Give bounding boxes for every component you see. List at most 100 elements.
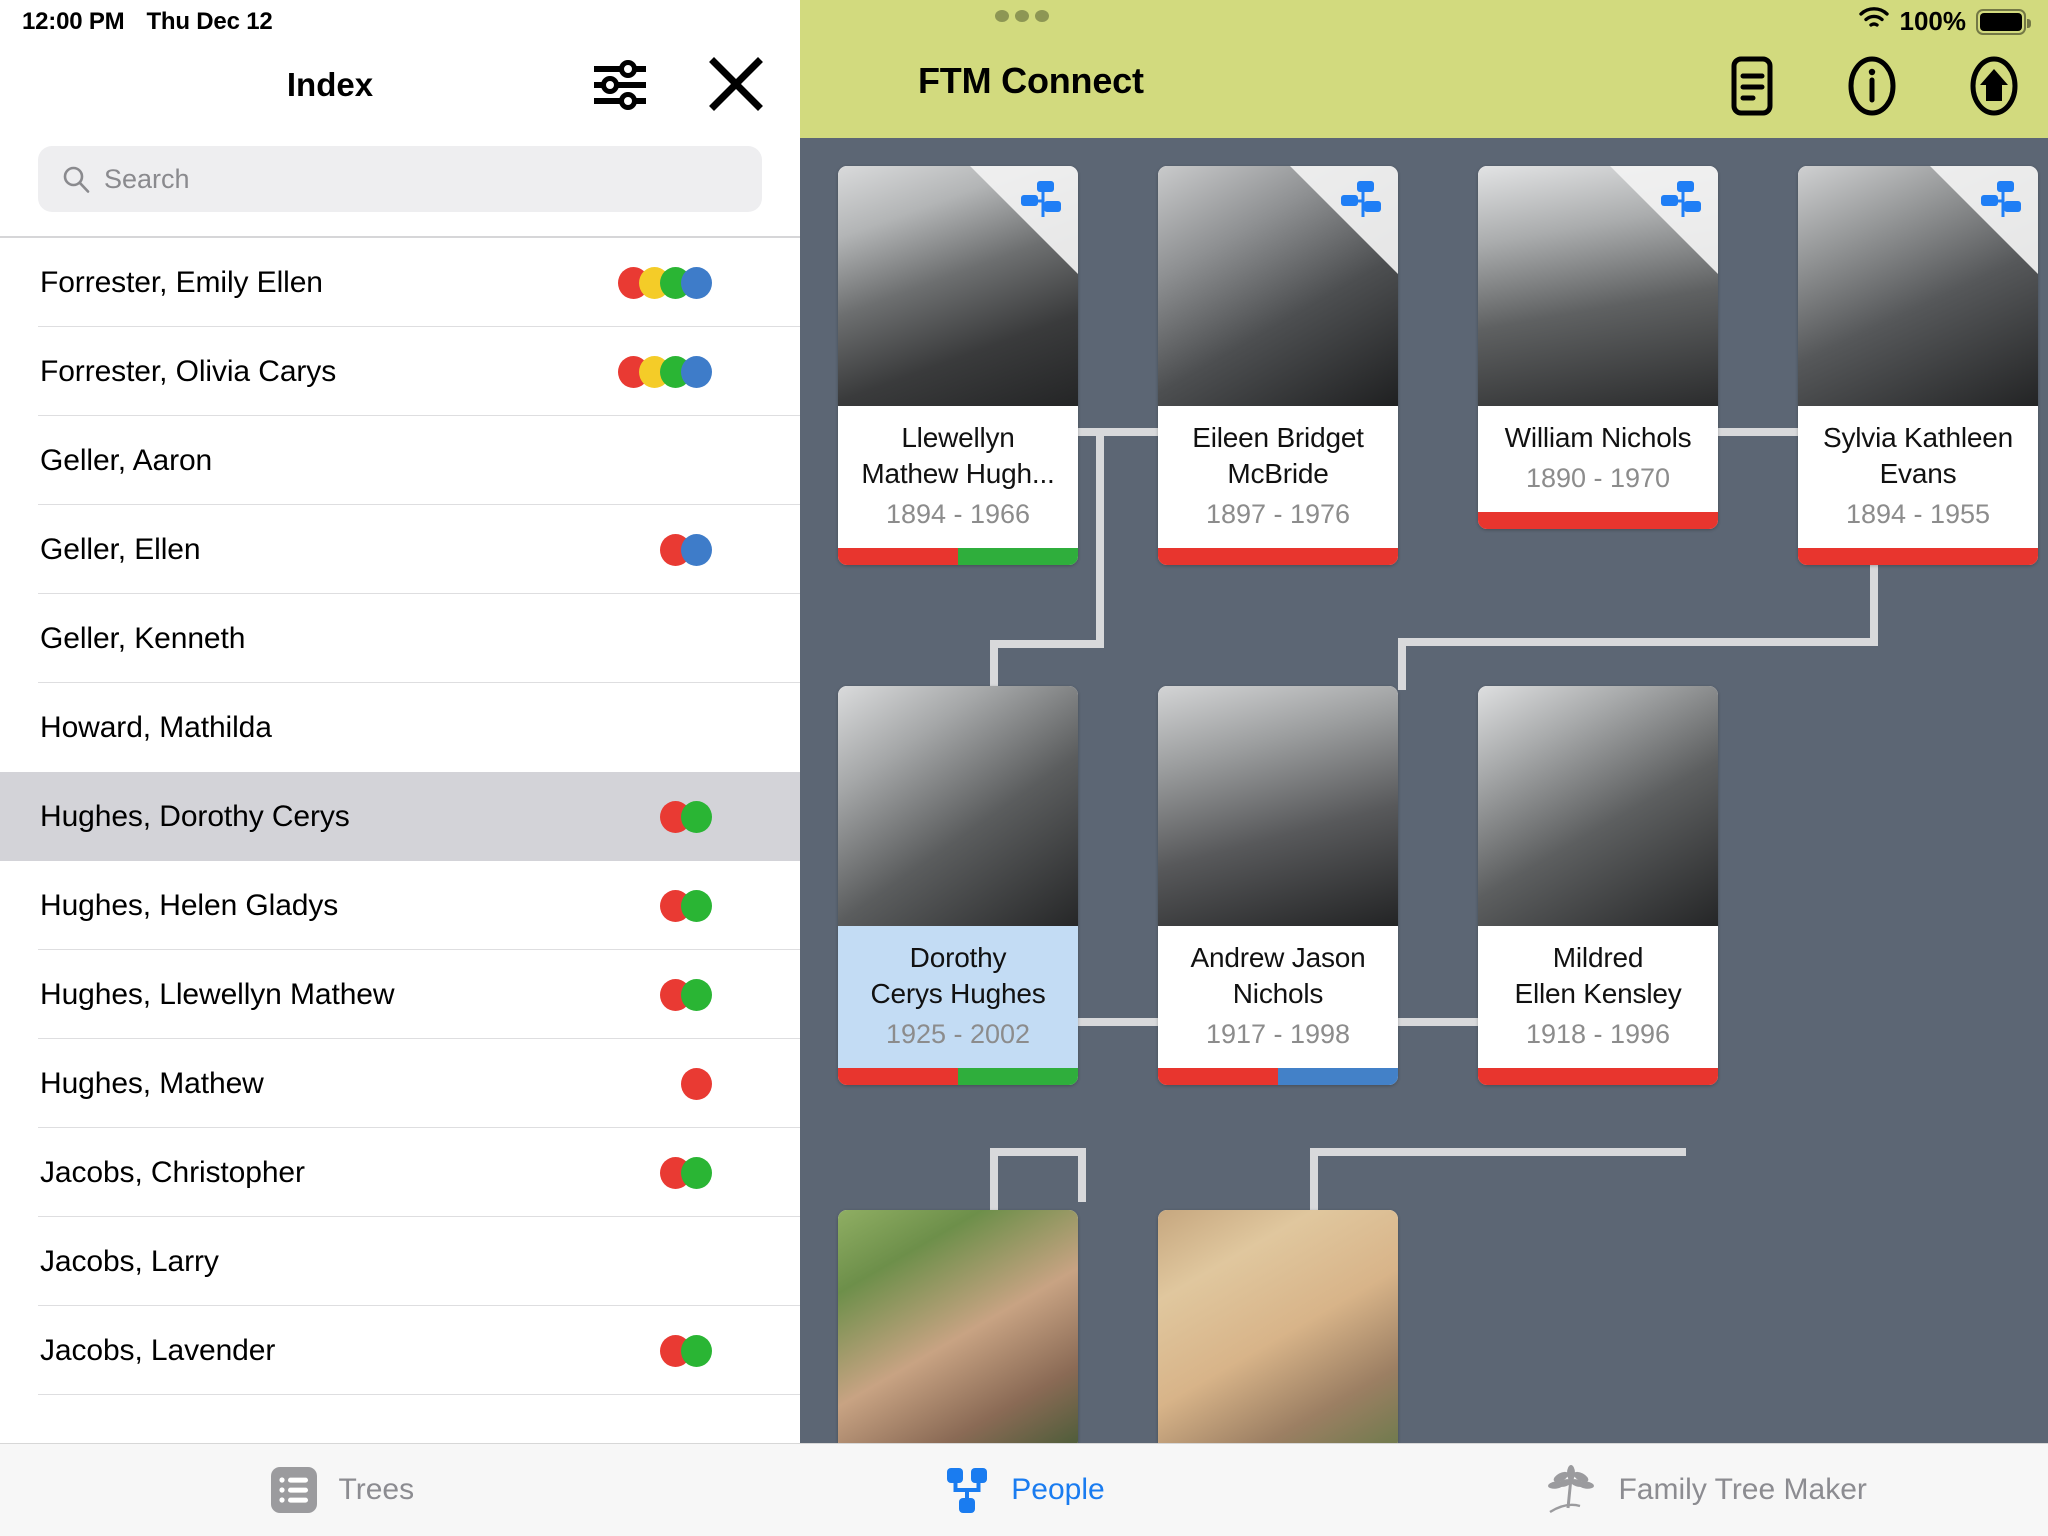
list-item[interactable]: Hughes, Helen Gladys <box>0 861 800 950</box>
person-info: Andrew Jason Nichols 1917 - 1998 <box>1158 926 1398 1068</box>
list-item-label: Hughes, Llewellyn Mathew <box>40 977 395 1011</box>
wifi-icon <box>1858 6 1890 37</box>
color-swatch-red <box>838 548 958 565</box>
list-item[interactable]: Hughes, Dorothy Cerys <box>0 772 800 861</box>
tab-label: People <box>1011 1473 1105 1506</box>
status-bar-right: 100% <box>1858 6 2031 37</box>
notes-icon[interactable] <box>1724 56 1780 116</box>
tree-connector-line <box>1398 638 1406 690</box>
list-item[interactable]: Geller, Ellen <box>0 505 800 594</box>
person-card[interactable] <box>1158 1210 1398 1443</box>
page-dots-icon[interactable] <box>995 10 1049 22</box>
tree-connector-line <box>1310 1148 1318 1210</box>
person-photo <box>838 166 1078 406</box>
person-color-bar <box>838 548 1078 565</box>
person-dates: 1917 - 1998 <box>1205 1019 1351 1049</box>
list-item[interactable]: Howard, Mathilda <box>0 683 800 772</box>
person-color-bar <box>1478 1068 1718 1085</box>
person-photo <box>1478 686 1718 926</box>
tree-connector-line <box>1096 428 1104 648</box>
tab-people[interactable]: People <box>683 1444 1366 1536</box>
list-item-label: Geller, Ellen <box>40 532 201 566</box>
person-card[interactable]: William Nichols 1890 - 1970 <box>1478 166 1718 529</box>
list-item[interactable]: Geller, Kenneth <box>0 594 800 683</box>
index-header: Index <box>0 52 800 118</box>
search-field-wrapper <box>38 146 762 212</box>
person-card[interactable]: Mildred Ellen Kensley 1918 - 1996 <box>1478 686 1718 1085</box>
color-dot-green <box>681 1156 712 1189</box>
tab-trees[interactable]: Trees <box>0 1444 683 1536</box>
list-item[interactable]: Hughes, Llewellyn Mathew <box>0 950 800 1039</box>
list-item[interactable]: Jacobs, Larry <box>0 1217 800 1306</box>
list-item-label: Geller, Aaron <box>40 443 213 477</box>
tree-connector-line <box>1310 1148 1686 1156</box>
search-input[interactable] <box>38 146 762 212</box>
person-card[interactable]: Sylvia Kathleen Evans 1894 - 1955 <box>1798 166 2038 565</box>
person-photo <box>838 686 1078 926</box>
person-name-line2: Mathew Hugh... <box>861 458 1055 489</box>
tree-connector-line <box>1678 1148 1686 1156</box>
status-time: 12:00 PM <box>22 8 125 35</box>
tab-family-tree-maker[interactable]: Family Tree Maker <box>1365 1444 2048 1536</box>
color-dot-green <box>681 1334 712 1367</box>
list-item[interactable]: Forrester, Emily Ellen <box>0 238 800 327</box>
list-item[interactable]: Jacobs, Lavender <box>0 1306 800 1395</box>
person-name-line2: Evans <box>1879 458 1957 489</box>
person-card[interactable]: Dorothy Cerys Hughes 1925 - 2002 <box>838 686 1078 1085</box>
family-tree-badge-icon[interactable] <box>1980 180 2024 218</box>
info-icon[interactable] <box>1844 56 1900 116</box>
person-color-bar <box>1798 548 2038 565</box>
color-tag-dots <box>660 1156 712 1189</box>
list-item-label: Hughes, Mathew <box>40 1066 264 1100</box>
tree-connector-line <box>990 1148 1086 1156</box>
tree-connector-line <box>990 640 998 692</box>
person-name-line2: McBride <box>1227 458 1329 489</box>
list-item[interactable]: Forrester, Olivia Carys <box>0 327 800 416</box>
family-tree-badge-icon[interactable] <box>1020 180 1064 218</box>
family-tree-badge-icon[interactable] <box>1340 180 1384 218</box>
person-card[interactable] <box>838 1210 1078 1443</box>
tree-connector-line <box>1718 428 1804 436</box>
filter-sliders-icon[interactable] <box>592 58 648 112</box>
color-dot-red <box>681 1067 712 1100</box>
person-photo <box>1798 166 2038 406</box>
person-card[interactable]: Andrew Jason Nichols 1917 - 1998 <box>1158 686 1398 1085</box>
close-icon[interactable] <box>708 56 764 112</box>
person-photo <box>1478 166 1718 406</box>
tab-label: Trees <box>338 1473 415 1506</box>
color-swatch-red <box>1158 548 1398 565</box>
person-color-bar <box>1478 512 1718 529</box>
list-item-label: Hughes, Helen Gladys <box>40 888 339 922</box>
color-swatch-blue <box>1278 1068 1398 1085</box>
tree-connector-line <box>1078 428 1164 436</box>
home-icon[interactable] <box>1966 56 2022 116</box>
list-item[interactable]: Jacobs, Christopher <box>0 1128 800 1217</box>
row-divider <box>38 1393 800 1395</box>
person-dates: 1890 - 1970 <box>1525 463 1671 493</box>
list-item[interactable]: Geller, Aaron <box>0 416 800 505</box>
color-tag-dots <box>681 1067 712 1100</box>
color-swatch-green <box>958 1068 1078 1085</box>
color-dot-blue <box>681 355 712 388</box>
page-title: Index <box>286 66 374 103</box>
person-name: William Nichols <box>1504 422 1692 453</box>
person-info: Dorothy Cerys Hughes 1925 - 2002 <box>838 926 1078 1068</box>
list-item-label: Jacobs, Lavender <box>40 1333 276 1367</box>
person-card[interactable]: Llewellyn Mathew Hugh... 1894 - 1966 <box>838 166 1078 565</box>
family-tree-canvas[interactable]: Llewellyn Mathew Hugh... 1894 - 1966 Eileen… <box>800 138 2048 1443</box>
person-info: William Nichols 1890 - 1970 <box>1478 406 1718 512</box>
person-card[interactable]: Eileen Bridget McBride 1897 - 1976 <box>1158 166 1398 565</box>
color-dot-blue <box>681 533 712 566</box>
person-photo <box>1158 1210 1398 1443</box>
person-photo <box>1158 686 1398 926</box>
list-item-label: Howard, Mathilda <box>40 710 272 744</box>
person-info: Eileen Bridget McBride 1897 - 1976 <box>1158 406 1398 548</box>
person-name: Mildred <box>1552 942 1644 973</box>
family-tree-badge-icon[interactable] <box>1660 180 1704 218</box>
color-tag-dots <box>660 889 712 922</box>
list-item-label: Hughes, Dorothy Cerys <box>40 799 350 833</box>
people-tree-icon <box>943 1465 991 1515</box>
index-name-list[interactable]: Forrester, Emily Ellen Forrester, Olivia … <box>0 238 800 1443</box>
color-swatch-green <box>958 548 1078 565</box>
list-item[interactable]: Hughes, Mathew <box>0 1039 800 1128</box>
